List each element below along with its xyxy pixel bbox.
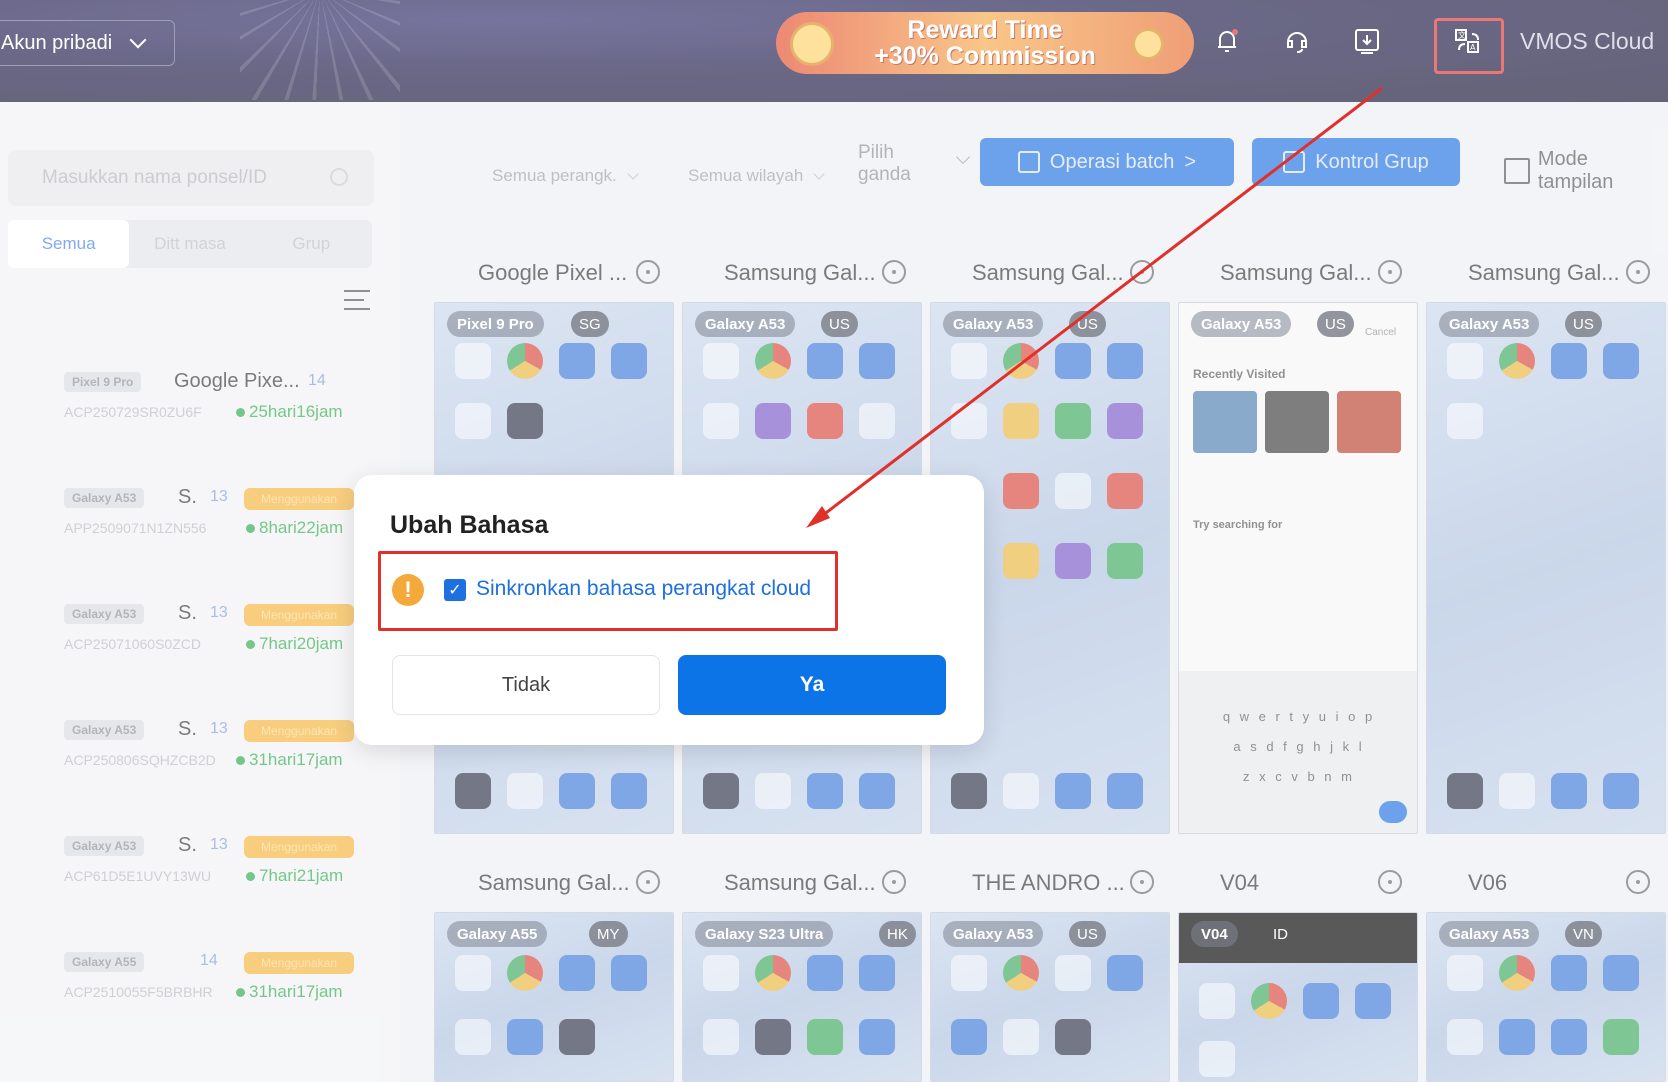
dialog-title: Ubah Bahasa	[390, 511, 549, 539]
change-language-dialog: Ubah Bahasa ! ✓ Sinkronkan bahasa perang…	[354, 475, 984, 745]
warning-icon: !	[392, 574, 424, 606]
sync-language-checkbox[interactable]: ✓	[444, 579, 466, 601]
cancel-button[interactable]: Tidak	[392, 655, 660, 715]
confirm-button[interactable]: Ya	[678, 655, 946, 715]
checkbox-label[interactable]: Sinkronkan bahasa perangkat cloud	[476, 577, 811, 601]
